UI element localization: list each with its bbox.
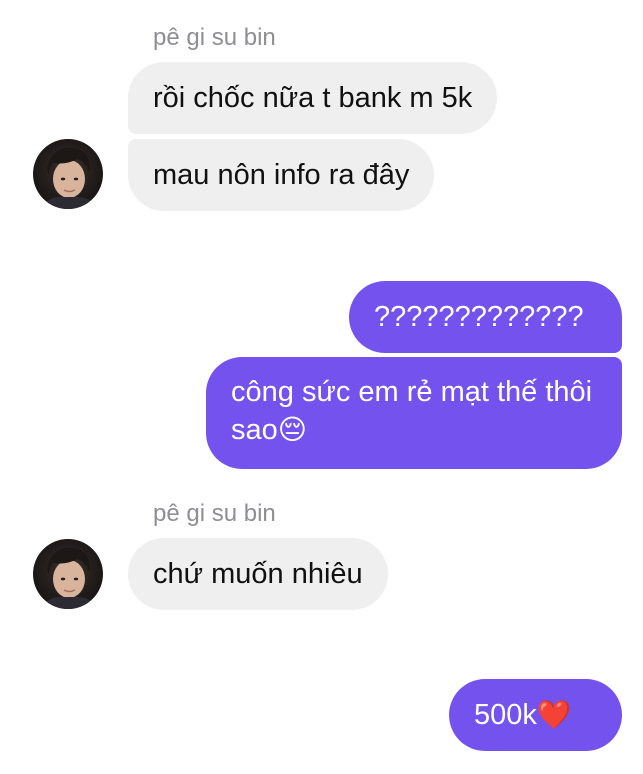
message-text: rồi chốc nữa t bank m 5k xyxy=(153,82,473,114)
outgoing-message-bubble[interactable]: 500k❤️ xyxy=(449,679,622,751)
message-text: ????????????? xyxy=(374,301,584,333)
sender-name: pê gi su bin xyxy=(153,500,276,527)
user-avatar-photo-icon xyxy=(33,539,103,609)
incoming-message-bubble[interactable]: mau nôn info ra đây xyxy=(128,139,435,211)
pensive-face-emoji: 😔 xyxy=(277,414,307,445)
avatar[interactable] xyxy=(33,139,103,209)
incoming-message-bubble[interactable]: chứ muốn nhiêu xyxy=(128,538,388,610)
incoming-message-bubble[interactable]: rồi chốc nữa t bank m 5k xyxy=(128,62,498,134)
sender-name: pê gi su bin xyxy=(153,24,276,51)
message-text: 500k xyxy=(474,699,537,731)
red-heart-emoji: ❤️ xyxy=(536,699,572,730)
avatar[interactable] xyxy=(33,539,103,609)
message-text: chứ muốn nhiêu xyxy=(153,558,363,590)
outgoing-message-bubble[interactable]: ????????????? xyxy=(349,281,622,353)
message-text: mau nôn info ra đây xyxy=(153,159,410,191)
user-avatar-photo-icon xyxy=(33,139,103,209)
outgoing-message-bubble[interactable]: công sức em rẻ mạt thế thôi sao😔 xyxy=(206,357,622,469)
